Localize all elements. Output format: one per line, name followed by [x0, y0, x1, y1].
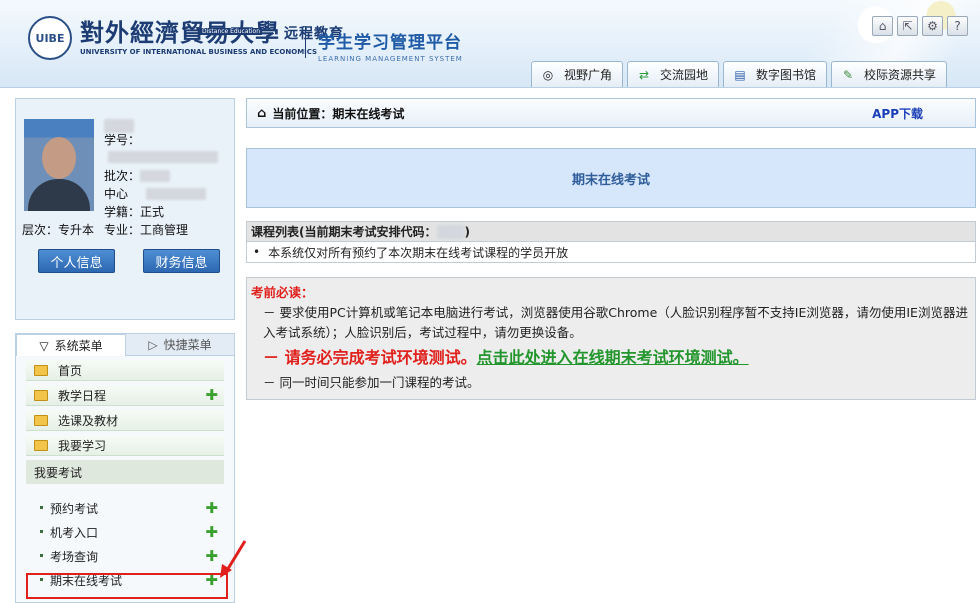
platform-title-cn: 学生学习管理平台 [318, 33, 462, 53]
list-item: • 本系统仅对所有预约了本次期末在线考试课程的学员开放 [253, 245, 569, 260]
folder-icon [34, 439, 48, 451]
menu-sub-exam-room[interactable]: 考场查询 ✚ [26, 544, 224, 568]
breadcrumb: ⌂ 当前位置：期末在线考试 APP下载 [246, 98, 976, 128]
exam-notice: 考前必读： － 要求使用PC计算机或笔记本电脑进行考试，浏览器使用谷歌Chrom… [246, 277, 976, 400]
chevron-right-icon: ▷ [148, 337, 158, 352]
plus-icon[interactable]: ✚ [205, 525, 218, 540]
side-menu: ▽ 系统菜单 ▷ 快捷菜单 首页 教学日程 ✚ 选课及教材 我要学习 我要考试 预约考… [15, 333, 235, 603]
highlight-box [26, 573, 228, 599]
menu-item-courses[interactable]: 选课及教材 [26, 410, 224, 431]
notice-env-test: － 请务必完成考试环境测试。点击此处进入在线期末考试环境测试。 [263, 348, 749, 367]
camera-icon: ◎ [542, 67, 554, 82]
home-icon[interactable]: ⌂ [257, 106, 266, 121]
menu-item-schedule[interactable]: 教学日程 ✚ [26, 385, 224, 406]
tab-shortcut-menu[interactable]: ▷ 快捷菜单 [126, 334, 234, 356]
logo[interactable]: UIBE 對外經濟貿易大學 远程教育 UNIVERSITY OF INTERNAT… [28, 16, 344, 60]
breadcrumb-text: 当前位置：期末在线考试 [272, 106, 405, 121]
menu-tabs: ▽ 系统菜单 ▷ 快捷菜单 [16, 334, 234, 356]
tab-vision[interactable]: ◎ 视野广角 [531, 61, 624, 87]
exam-code-redacted [436, 224, 465, 239]
student-id-label: 学号： [104, 133, 141, 147]
plus-icon[interactable]: ✚ [205, 501, 218, 516]
tab-system-menu[interactable]: ▽ 系统菜单 [16, 334, 126, 356]
tab-library[interactable]: ▤ 数字图书馆 [723, 61, 828, 87]
page-title: 期末在线考试 [246, 148, 976, 208]
batch-redacted [140, 170, 170, 182]
header-tabs: ◎ 视野广角 ⇄ 交流园地 ▤ 数字图书馆 ✎ 校际资源共享 [531, 61, 948, 87]
menu-sub-computer-exam[interactable]: 机考入口 ✚ [26, 520, 224, 544]
plus-icon[interactable]: ✚ [205, 388, 218, 403]
course-list: 课程列表(当前期末考试安排代码：) • 本系统仅对所有预约了本次期末在线考试课程的… [246, 221, 976, 263]
folder-icon [34, 414, 48, 426]
tab-resource-share[interactable]: ✎ 校际资源共享 [831, 61, 948, 87]
plus-icon[interactable]: ✚ [205, 549, 218, 564]
header: UIBE 對外經濟貿易大學 远程教育 UNIVERSITY OF INTERNAT… [0, 0, 980, 88]
menu-sub-book-exam[interactable]: 预约考试 ✚ [26, 496, 224, 520]
app-download-link[interactable]: APP下载 [872, 105, 923, 122]
university-emblem-icon: UIBE [28, 16, 72, 60]
finance-info-button[interactable]: 财务信息 [143, 249, 220, 273]
notice-title: 考前必读： [251, 285, 314, 300]
logo-distance-education: Distance Education [200, 28, 263, 35]
menu-group-exam[interactable]: 我要考试 [26, 460, 224, 484]
library-icon: ▤ [734, 67, 746, 82]
major-value: 工商管理 [140, 223, 189, 237]
notice-line-1: － 要求使用PC计算机或笔记本电脑进行考试，浏览器使用谷歌Chrome（人脸识别… [263, 305, 968, 340]
folder-icon [34, 389, 48, 401]
home-icon[interactable]: ⌂ [872, 16, 893, 36]
header-tool-icons: ⌂ ⇱ ⚙ ? [872, 16, 968, 36]
help-icon[interactable]: ? [947, 16, 968, 36]
status-value: 正式 [140, 205, 165, 219]
exchange-icon: ⇄ [638, 67, 650, 82]
center-label: 中心 [104, 187, 129, 201]
share-icon: ✎ [843, 67, 854, 82]
status-label: 学籍： [104, 205, 141, 219]
folder-icon [34, 364, 48, 376]
major-label: 专业： [104, 223, 141, 237]
level-value: 专升本 [58, 223, 95, 237]
batch-label: 批次： [104, 169, 141, 183]
gear-icon[interactable]: ⚙ [922, 16, 943, 36]
red-arrow-icon [220, 540, 247, 578]
personal-info-button[interactable]: 个人信息 [38, 249, 115, 273]
left-panel: 学号： 批次： 中心 学籍：正式 层次：专升本 专业：工商管理 个人信息 财务信… [15, 98, 235, 603]
notice-line-3: － 同一时间只能参加一门课程的考试。 [263, 375, 480, 390]
center-redacted [146, 188, 206, 200]
chevron-down-icon: ▽ [39, 338, 49, 353]
platform-title-en: LEARNING MANAGEMENT SYSTEM [318, 55, 463, 63]
main-content: ⌂ 当前位置：期末在线考试 APP下载 期末在线考试 课程列表(当前期末考试安排… [246, 98, 976, 400]
menu-item-study[interactable]: 我要学习 [26, 435, 224, 456]
avatar [24, 119, 94, 211]
export-icon[interactable]: ⇱ [897, 16, 918, 36]
menu-item-home[interactable]: 首页 [26, 360, 224, 381]
profile-card: 学号： 批次： 中心 学籍：正式 层次：专升本 专业：工商管理 个人信息 财务信… [15, 98, 235, 320]
level-label: 层次： [22, 223, 59, 237]
env-test-link[interactable]: 点击此处进入在线期末考试环境测试。 [477, 348, 749, 367]
student-id-redacted [108, 151, 218, 163]
header-divider [305, 26, 306, 58]
tab-exchange[interactable]: ⇄ 交流园地 [627, 61, 720, 87]
notice-env-warning: 请务必完成考试环境测试。 [284, 348, 477, 367]
course-list-header: 课程列表(当前期末考试安排代码：) [247, 222, 975, 242]
platform-title: 学生学习管理平台 LEARNING MANAGEMENT SYSTEM [318, 28, 463, 63]
